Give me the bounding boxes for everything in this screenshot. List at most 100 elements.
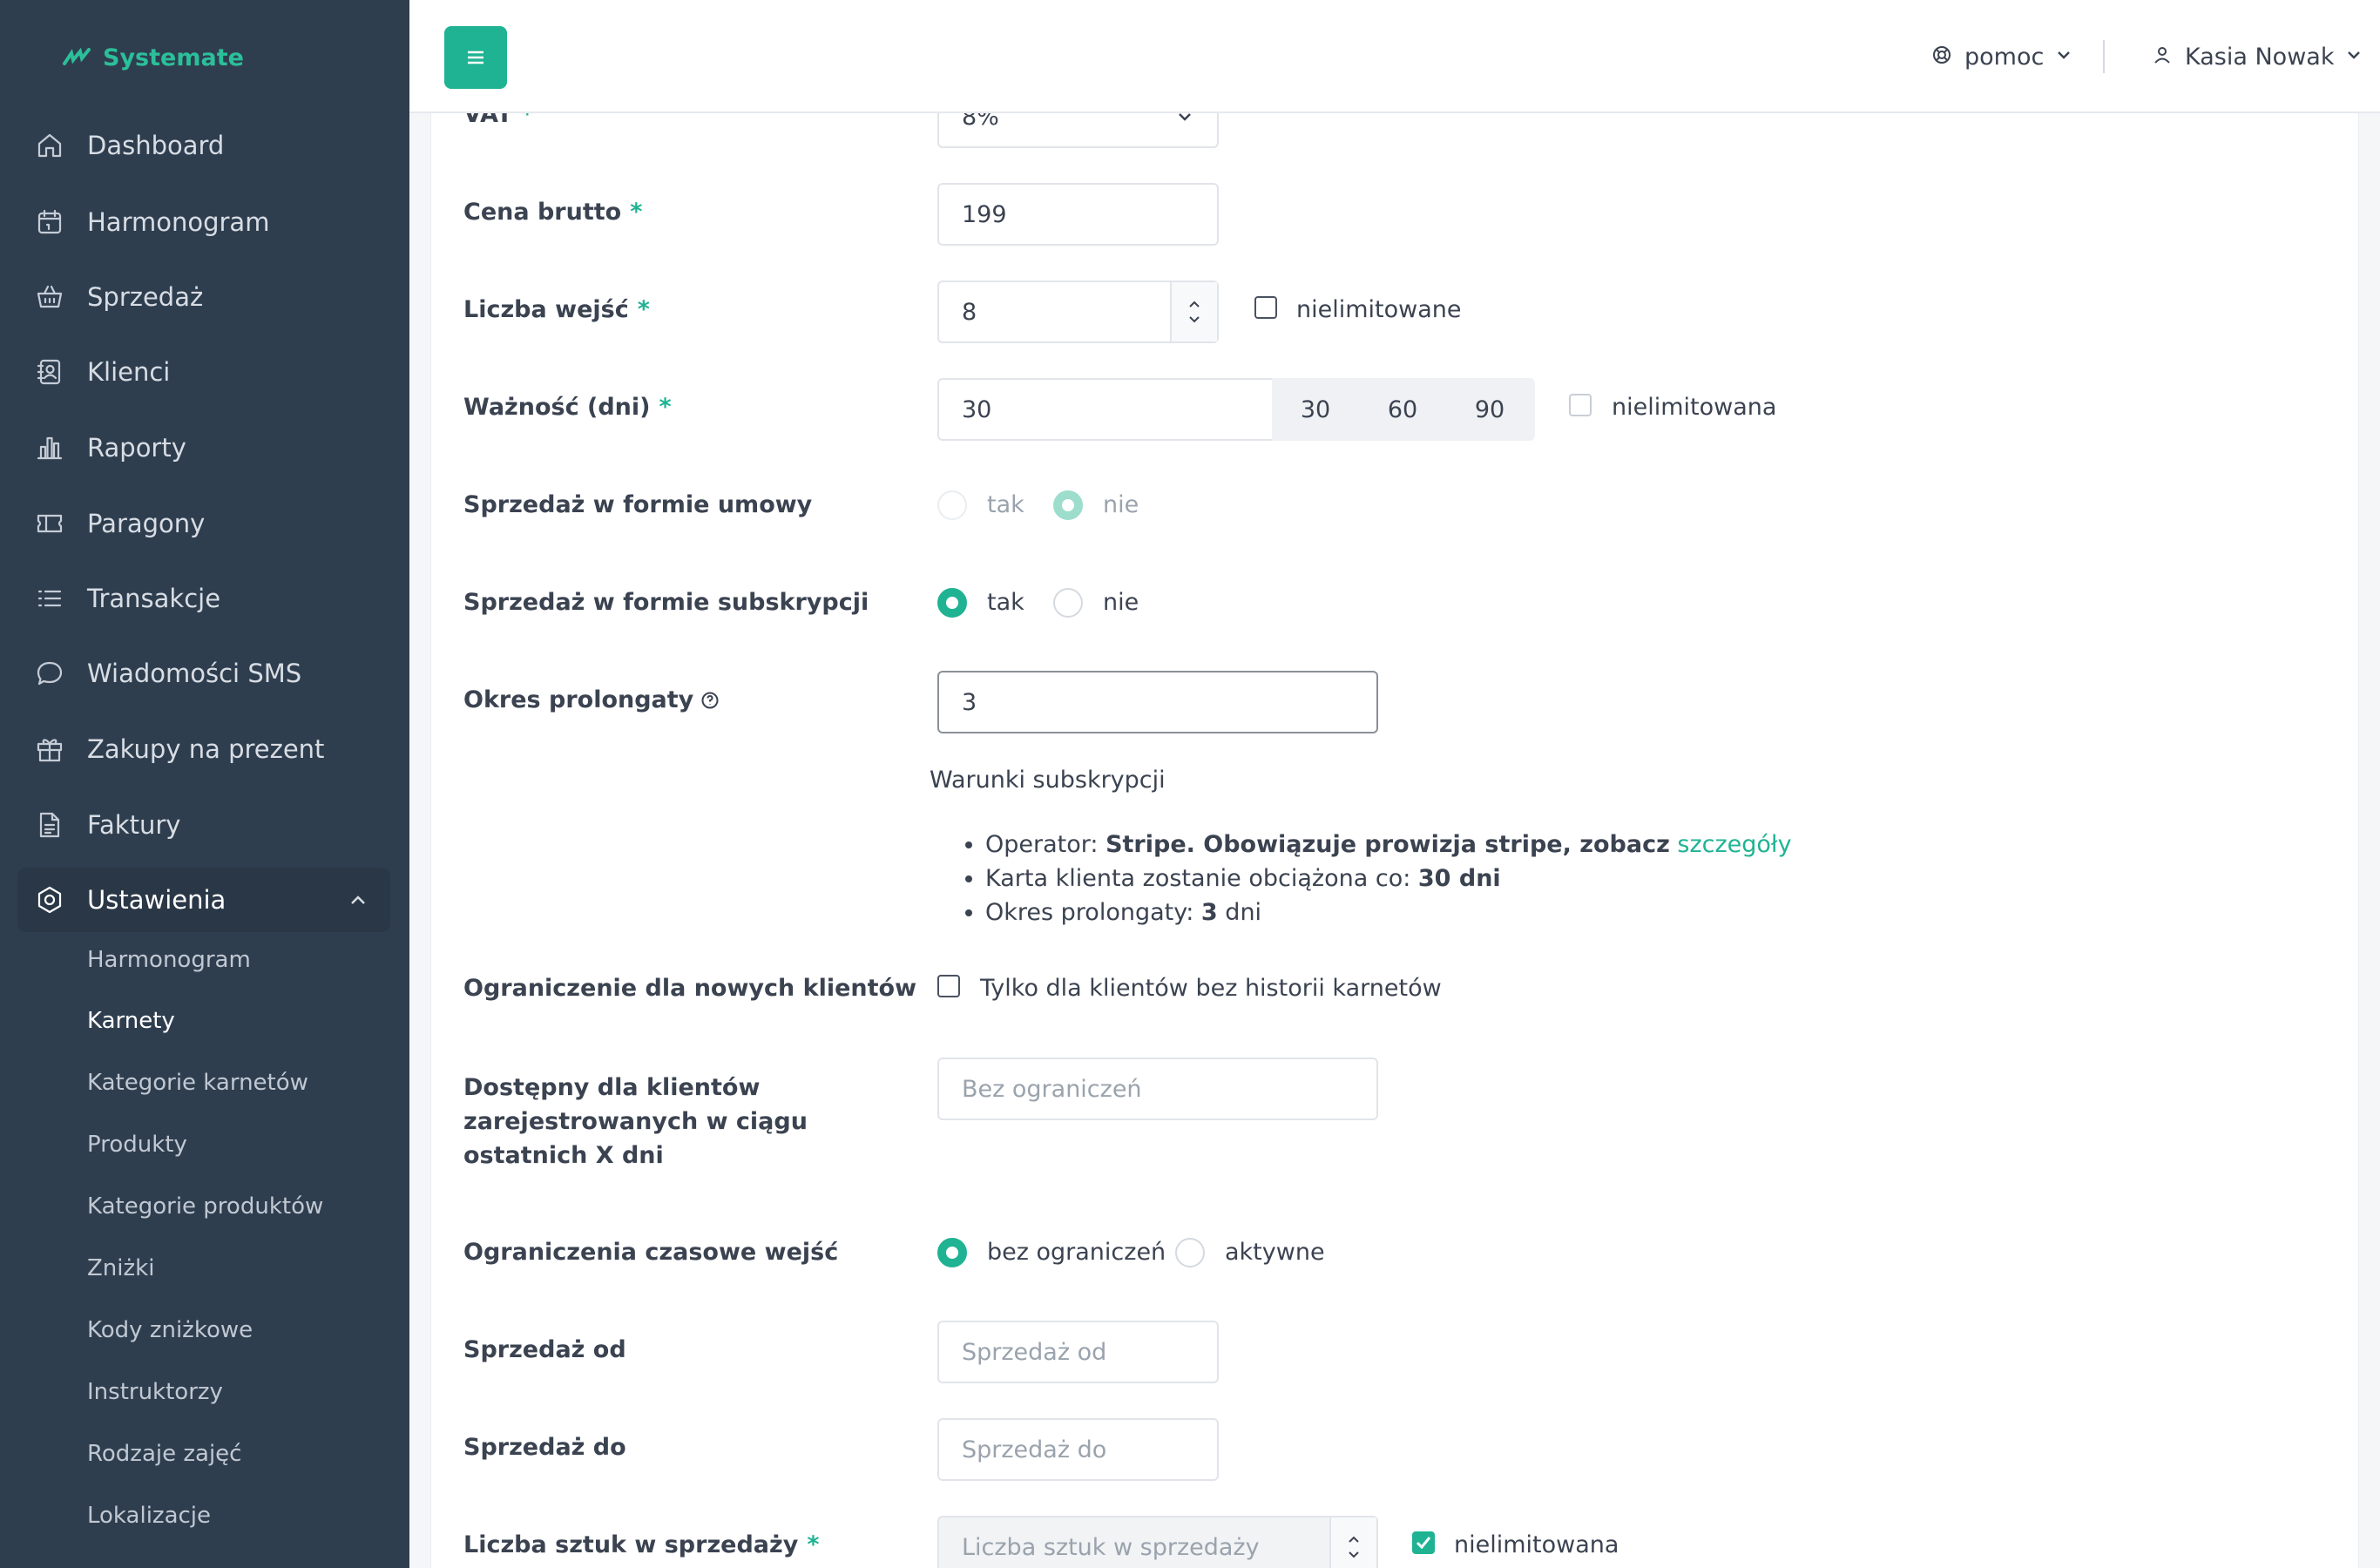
validity-preset-60[interactable]: 60: [1359, 396, 1446, 423]
registered-within-label: Dostępny dla klientów zarejestrowanych w…: [463, 1074, 808, 1169]
sidebar-item-label: Raporty: [87, 433, 186, 463]
sidebar-subitem-instruktorzy[interactable]: Instruktorzy: [87, 1375, 223, 1409]
new-clients-checkbox[interactable]: [937, 975, 960, 997]
chevron-up-icon[interactable]: [1348, 1535, 1360, 1544]
gift-icon: [35, 734, 64, 764]
sale-from-placeholder: Sprzedaż od: [962, 1338, 1107, 1366]
sidebar-item-raporty[interactable]: Raporty: [17, 416, 390, 480]
sidebar-item-dashboard[interactable]: Dashboard: [17, 113, 390, 178]
sidebar-item-paragony[interactable]: Paragony: [17, 491, 390, 556]
contract-no-radio[interactable]: [1053, 490, 1083, 520]
time-limits-active-radio[interactable]: [1175, 1238, 1205, 1267]
time-limits-none-radio[interactable]: [937, 1238, 967, 1267]
validity-unlimited-checkbox[interactable]: [1569, 394, 1592, 416]
ticket-icon: [35, 509, 64, 538]
sale-to-input[interactable]: Sprzedaż do: [937, 1418, 1219, 1481]
sale-from-label: Sprzedaż od: [463, 1336, 626, 1363]
stock-spinner[interactable]: [1329, 1517, 1376, 1568]
user-name: Kasia Nowak: [2185, 43, 2335, 71]
sidebar-subitem-produkty[interactable]: Produkty: [87, 1127, 187, 1162]
chat-icon: [35, 659, 64, 688]
details-link[interactable]: szczegóły: [1677, 831, 1791, 858]
sale-from-input[interactable]: Sprzedaż od: [937, 1321, 1219, 1383]
home-icon: [35, 131, 64, 160]
new-clients-label: Ograniczenie dla nowych klientów: [463, 975, 917, 1002]
gross-price-input[interactable]: 199: [937, 183, 1219, 246]
validity-preset-90[interactable]: 90: [1446, 396, 1533, 423]
chevron-down-icon[interactable]: [1348, 1551, 1360, 1559]
sidebar-item-zakupy-na-prezent[interactable]: Zakupy na prezent: [17, 717, 390, 781]
contract-yes-radio[interactable]: [937, 490, 967, 520]
help-label: pomoc: [1964, 43, 2045, 71]
help-menu[interactable]: pomoc: [1931, 38, 2072, 75]
sidebar-item-label: Transakcje: [87, 584, 221, 613]
entries-stepper[interactable]: 8: [937, 280, 1219, 343]
topbar: pomoc Kasia Nowak: [409, 0, 2380, 113]
sidebar-subitem-znizki[interactable]: Zniżki: [87, 1251, 154, 1286]
sidebar-item-transakcje[interactable]: Transakcje: [17, 566, 390, 631]
sidebar-item-harmonogram[interactable]: Harmonogram: [17, 190, 390, 254]
lifebuoy-icon: [1931, 44, 1952, 69]
gross-price-value: 199: [962, 200, 1007, 228]
form-card: [430, 52, 2359, 1568]
subscription-yes-label: tak: [987, 589, 1024, 616]
list-item: Karta klienta zostanie obciążona co: 30 …: [985, 862, 1792, 896]
sale-to-label: Sprzedaż do: [463, 1434, 626, 1461]
info-icon[interactable]: [700, 686, 720, 709]
sidebar-subitem-kody-znizkowe[interactable]: Kody zniżkowe: [87, 1313, 253, 1348]
subscription-no-radio[interactable]: [1053, 588, 1083, 618]
registered-within-input[interactable]: Bez ograniczeń: [937, 1058, 1378, 1120]
sidebar-item-ustawienia[interactable]: Ustawienia: [17, 868, 390, 932]
sidebar-item-label: Wiadomości SMS: [87, 659, 302, 688]
chevron-up-icon[interactable]: [1188, 300, 1200, 308]
sale-to-placeholder: Sprzedaż do: [962, 1436, 1107, 1463]
entries-label: Liczba wejść *: [463, 296, 650, 323]
subscription-yes-radio[interactable]: [937, 588, 967, 618]
hamburger-icon: [468, 51, 483, 64]
contract-yes-label: tak: [987, 491, 1024, 518]
menu-toggle-button[interactable]: [444, 26, 507, 89]
sidebar-item-label: Dashboard: [87, 131, 225, 160]
entries-spinner[interactable]: [1170, 282, 1217, 341]
validity-label: Ważność (dni) *: [463, 394, 672, 421]
sidebar-item-label: Ustawienia: [87, 885, 227, 915]
sidebar-subitem-harmonogram[interactable]: Harmonogram: [87, 943, 251, 977]
stock-unlimited-checkbox[interactable]: [1412, 1531, 1435, 1554]
logo[interactable]: Systemate: [63, 38, 244, 77]
entries-unlimited-label: nielimitowane: [1296, 296, 1462, 323]
sidebar-subitem-lokalizacje[interactable]: Lokalizacje: [87, 1498, 211, 1533]
sidebar-item-sms[interactable]: Wiadomości SMS: [17, 641, 390, 706]
chevron-down-icon: [2056, 47, 2072, 66]
sidebar-subitem-kategorie-produktow[interactable]: Kategorie produktów: [87, 1189, 323, 1224]
validity-input[interactable]: 30: [937, 378, 1274, 441]
contacts-icon: [35, 357, 64, 387]
stock-stepper[interactable]: Liczba sztuk w sprzedaży: [937, 1516, 1378, 1568]
settings-icon: [35, 885, 64, 915]
time-limits-label: Ograniczenia czasowe wejść: [463, 1239, 839, 1266]
sidebar-subitem-kategorie-karnetow[interactable]: Kategorie karnetów: [87, 1065, 308, 1100]
extension-input[interactable]: 3: [937, 671, 1378, 733]
sidebar-item-klienci[interactable]: Klienci: [17, 340, 390, 404]
gross-price-label: Cena brutto *: [463, 199, 643, 226]
sidebar-item-faktury[interactable]: Faktury: [17, 793, 390, 857]
new-clients-checkbox-label: Tylko dla klientów bez historii karnetów: [980, 975, 1442, 1002]
extension-value: 3: [962, 688, 977, 716]
user-menu[interactable]: Kasia Nowak: [2152, 38, 2362, 75]
entries-unlimited-checkbox[interactable]: [1254, 296, 1277, 319]
sidebar-item-label: Sprzedaż: [87, 282, 204, 312]
subscription-no-label: nie: [1103, 589, 1139, 616]
sidebar-subitem-rodzaje-zajec[interactable]: Rodzaje zajęć: [87, 1436, 241, 1471]
subscription-terms-title: Warunki subskrypcji: [930, 767, 1166, 794]
entries-value: 8: [962, 298, 977, 326]
chevron-down-icon[interactable]: [1188, 315, 1200, 324]
time-limits-active-label: aktywne: [1225, 1239, 1325, 1266]
time-limits-none-label: bez ograniczeń: [987, 1239, 1166, 1266]
sidebar-subitem-karnety[interactable]: Karnety: [87, 1004, 175, 1038]
calendar-icon: [35, 207, 64, 237]
logo-text: Systemate: [103, 44, 244, 71]
extension-label: Okres prolongaty: [463, 683, 720, 718]
chevron-up-icon[interactable]: [348, 891, 368, 910]
checkmark-icon: [1416, 1537, 1431, 1550]
validity-preset-30[interactable]: 30: [1272, 396, 1359, 423]
sidebar-item-sprzedaz[interactable]: Sprzedaż: [17, 265, 390, 329]
